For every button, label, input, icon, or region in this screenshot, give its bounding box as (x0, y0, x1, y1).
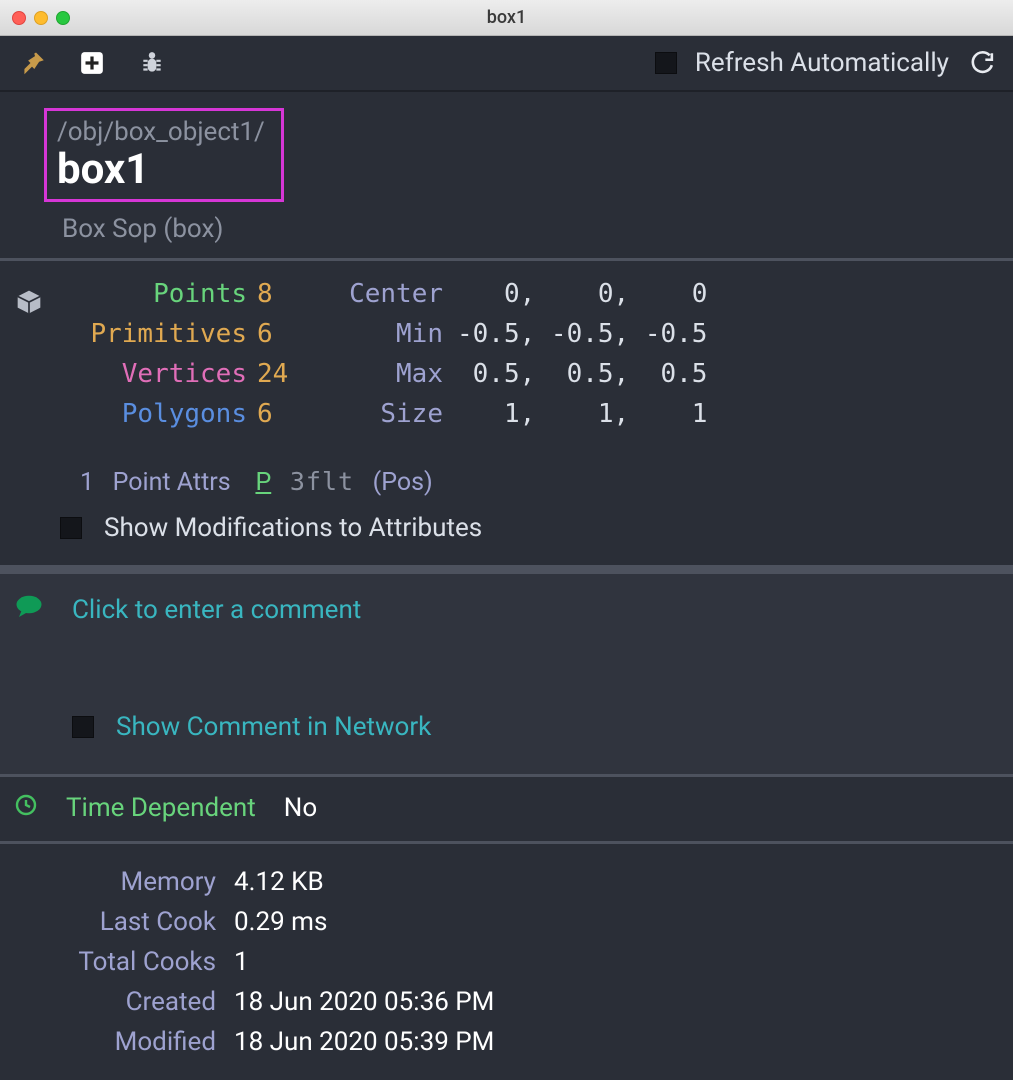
show-modifications-label: Show Modifications to Attributes (104, 513, 482, 543)
pin-icon[interactable] (18, 49, 46, 77)
points-value: 8 (257, 279, 317, 309)
node-path: /obj/box_object1/ (57, 117, 265, 147)
refresh-auto-checkbox[interactable] (655, 52, 677, 74)
center-label: Center (317, 279, 457, 309)
show-comment-network-checkbox[interactable] (72, 716, 94, 738)
node-path-box: /obj/box_object1/ box1 (44, 108, 284, 202)
comment-section: Click to enter a comment Show Comment in… (0, 574, 1013, 777)
size-label: Size (317, 399, 457, 429)
created-label: Created (0, 987, 216, 1017)
geometry-icon (12, 285, 46, 319)
refresh-icon[interactable] (967, 49, 995, 77)
refresh-auto-label: Refresh Automatically (695, 48, 949, 78)
node-name: box1 (57, 147, 265, 193)
info-toolbar: Refresh Automatically (0, 36, 1013, 92)
modified-value: 18 Jun 2020 05:39 PM (234, 1027, 1013, 1057)
vertices-label: Vertices (82, 359, 257, 389)
show-modifications-checkbox[interactable] (60, 517, 82, 539)
time-dependent-value: No (284, 793, 317, 823)
size-value: 1, 1, 1 (457, 399, 817, 429)
attr-p[interactable]: P (255, 468, 271, 497)
attr-flt: 3flt (290, 467, 354, 496)
totalcooks-label: Total Cooks (0, 947, 216, 977)
show-modifications-row: Show Modifications to Attributes (0, 497, 1013, 565)
comment-input[interactable]: Click to enter a comment (72, 595, 361, 625)
comment-icon (14, 592, 44, 628)
zoom-window-button[interactable] (56, 11, 70, 25)
points-label: Points (82, 279, 257, 309)
polygons-value: 6 (257, 399, 317, 429)
node-type: Box Sop (box) (62, 214, 969, 244)
min-value: -0.5, -0.5, -0.5 (457, 319, 817, 349)
modified-label: Modified (0, 1027, 216, 1057)
center-value: 0, 0, 0 (457, 279, 817, 309)
close-window-button[interactable] (12, 11, 26, 25)
geometry-section: Points 8 Center 0, 0, 0 Primitives 6 Min… (0, 261, 1013, 447)
time-dependent-label: Time Dependent (66, 793, 256, 823)
memory-value: 4.12 KB (234, 867, 1013, 897)
show-comment-network-label: Show Comment in Network (116, 712, 431, 742)
attrs-label: Point Attrs (113, 468, 231, 497)
window-title: box1 (0, 7, 1013, 28)
polygons-label: Polygons (82, 399, 257, 429)
created-value: 18 Jun 2020 05:36 PM (234, 987, 1013, 1017)
totalcooks-value: 1 (234, 947, 1013, 977)
node-header: /obj/box_object1/ box1 Box Sop (box) (0, 92, 1013, 261)
attr-pos: (Pos) (373, 468, 433, 497)
min-label: Min (317, 319, 457, 349)
primitives-value: 6 (257, 319, 317, 349)
minimize-window-button[interactable] (34, 11, 48, 25)
bug-icon[interactable] (138, 49, 166, 77)
lastcook-label: Last Cook (0, 907, 216, 937)
memory-label: Memory (0, 867, 216, 897)
primitives-label: Primitives (82, 319, 257, 349)
vertices-value: 24 (257, 359, 317, 389)
lastcook-value: 0.29 ms (234, 907, 1013, 937)
cook-info-section: Memory 4.12 KB Last Cook 0.29 ms Total C… (0, 844, 1013, 1062)
max-label: Max (317, 359, 457, 389)
clock-icon (14, 793, 38, 823)
max-value: 0.5, 0.5, 0.5 (457, 359, 817, 389)
time-dependent-section: Time Dependent No (0, 777, 1013, 844)
geometry-stats: Points 8 Center 0, 0, 0 Primitives 6 Min… (82, 279, 817, 429)
point-attrs-row: 1 Point Attrs P 3flt (Pos) (0, 447, 1013, 497)
window-titlebar: box1 (0, 0, 1013, 36)
attrs-count: 1 (80, 468, 94, 497)
traffic-lights (12, 11, 70, 25)
plus-icon[interactable] (78, 49, 106, 77)
